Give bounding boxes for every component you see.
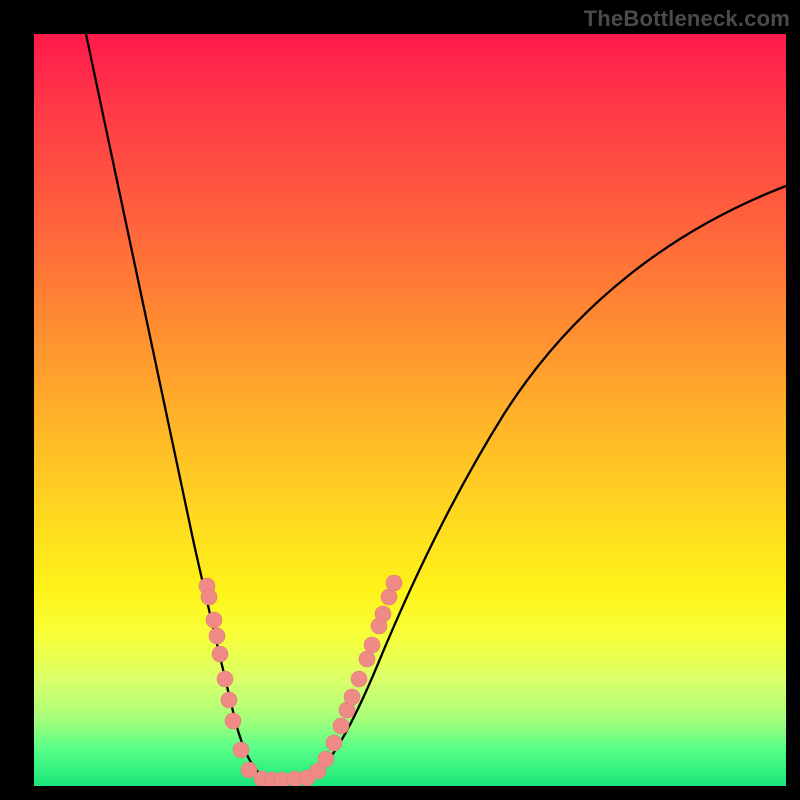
highlight-dot	[351, 671, 367, 687]
highlight-dot	[359, 651, 375, 667]
highlight-dot	[364, 637, 380, 653]
highlight-dot	[217, 671, 233, 687]
highlight-dot	[225, 713, 241, 729]
highlight-dot	[318, 751, 334, 767]
highlight-dot	[333, 718, 349, 734]
plot-area	[34, 34, 786, 786]
highlight-dot	[381, 589, 397, 605]
highlight-dot	[375, 606, 391, 622]
attribution-label: TheBottleneck.com	[584, 6, 790, 32]
highlight-dot	[344, 689, 360, 705]
chart-stage: TheBottleneck.com	[0, 0, 800, 800]
highlight-dot	[326, 735, 342, 751]
highlight-dot	[233, 742, 249, 758]
highlight-dot	[206, 612, 222, 628]
highlight-dot	[221, 692, 237, 708]
highlight-dot	[386, 575, 402, 591]
highlight-dot	[201, 589, 217, 605]
highlight-dot	[212, 646, 228, 662]
bottleneck-curve	[86, 34, 786, 780]
highlight-dot	[209, 628, 225, 644]
chart-svg	[34, 34, 786, 786]
